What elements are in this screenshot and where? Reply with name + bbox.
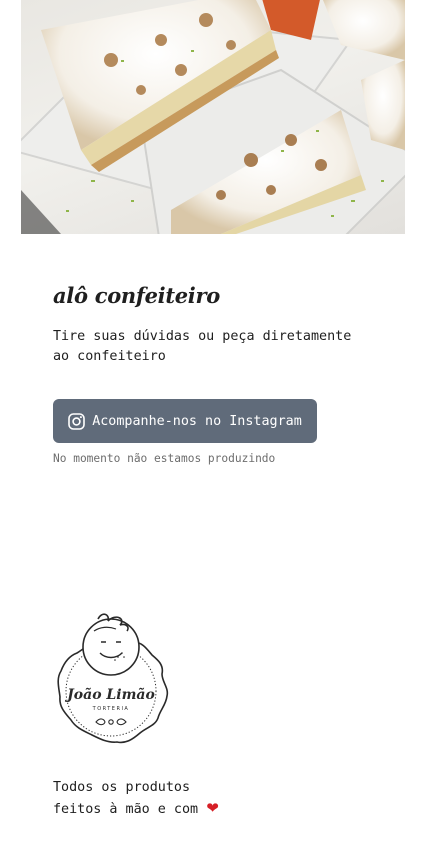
instagram-button-label: Acompanhe-nos no Instagram	[92, 413, 302, 429]
instagram-icon	[68, 412, 85, 430]
tagline-line-1: Todos os produtos	[53, 780, 191, 795]
page-title: alô confeiteiro	[53, 283, 220, 308]
contact-description: Tire suas dúvidas ou peça diretamente ao…	[53, 329, 352, 364]
heart-icon: ❤	[206, 799, 219, 817]
production-status: No momento não estamos produzindo	[53, 452, 276, 465]
brand-logo: João Limão TORTERIA	[52, 609, 171, 747]
footer-tagline: Todos os produtos feitos à mão e com ❤	[53, 778, 219, 820]
brand-logo-name: João Limão	[64, 686, 155, 703]
hero-image	[21, 0, 405, 234]
instagram-button[interactable]: Acompanhe-nos no Instagram	[53, 399, 317, 443]
brand-logo-subtitle: TORTERIA	[92, 706, 130, 712]
tagline-line-2: feitos à mão e com	[53, 802, 207, 817]
